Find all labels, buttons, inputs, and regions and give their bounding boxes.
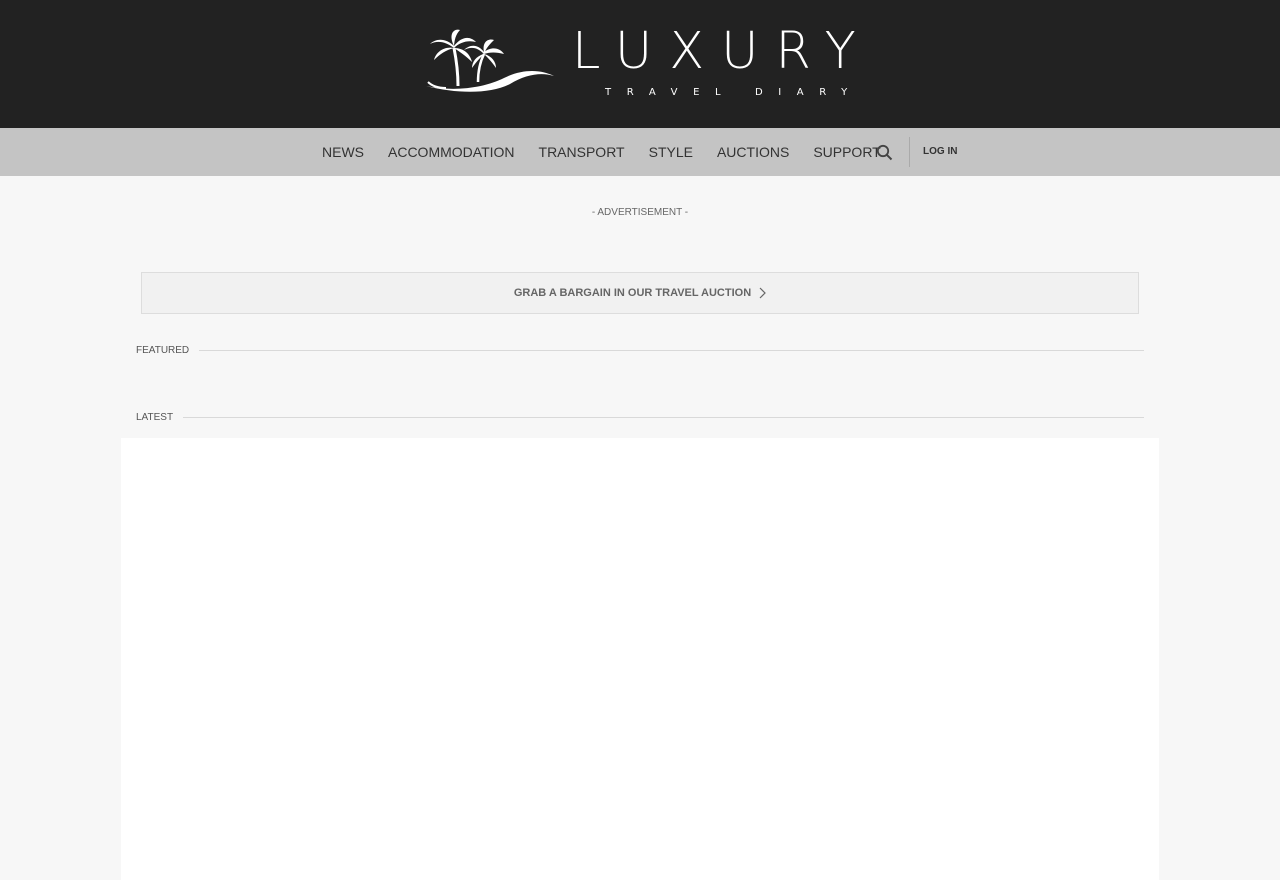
login-link[interactable]: LOG IN (923, 128, 957, 176)
featured-label: FEATURED (136, 344, 190, 356)
nav-item-transport[interactable]: TRANSPORT (527, 128, 637, 176)
latest-divider (183, 416, 1144, 418)
nav-menu: NEWS ACCOMMODATION TRANSPORT STYLE AUCTI… (310, 128, 893, 176)
featured-divider (199, 349, 1144, 351)
nav-item-style[interactable]: STYLE (637, 128, 705, 176)
search-button[interactable] (873, 141, 897, 165)
nav-item-news[interactable]: NEWS (310, 128, 376, 176)
auction-banner-label: GRAB A BARGAIN IN OUR TRAVEL AUCTION (513, 287, 752, 299)
nav-divider (909, 137, 910, 167)
latest-label: LATEST (136, 411, 174, 423)
nav-item-auctions[interactable]: AUCTIONS (705, 128, 801, 176)
logo-wordmark: LUXURY (572, 22, 873, 81)
auction-banner-button[interactable]: GRAB A BARGAIN IN OUR TRAVEL AUCTION (141, 272, 1139, 314)
palm-tree-logo-icon (426, 29, 554, 92)
site-logo[interactable]: LUXURY TRAVEL DIARY (424, 24, 863, 100)
latest-section-title: LATEST (136, 410, 1144, 424)
nav-item-accommodation[interactable]: ACCOMMODATION (376, 128, 527, 176)
search-icon (876, 144, 893, 161)
latest-content-panel (121, 438, 1159, 880)
chevron-right-icon (759, 287, 767, 299)
featured-section-title: FEATURED (136, 343, 1144, 357)
main-nav: NEWS ACCOMMODATION TRANSPORT STYLE AUCTI… (0, 128, 1280, 176)
site-header: LUXURY TRAVEL DIARY (0, 0, 1280, 128)
advertisement-label: - ADVERTISEMENT - (591, 207, 689, 218)
logo-tagline: TRAVEL DIARY (605, 87, 863, 98)
